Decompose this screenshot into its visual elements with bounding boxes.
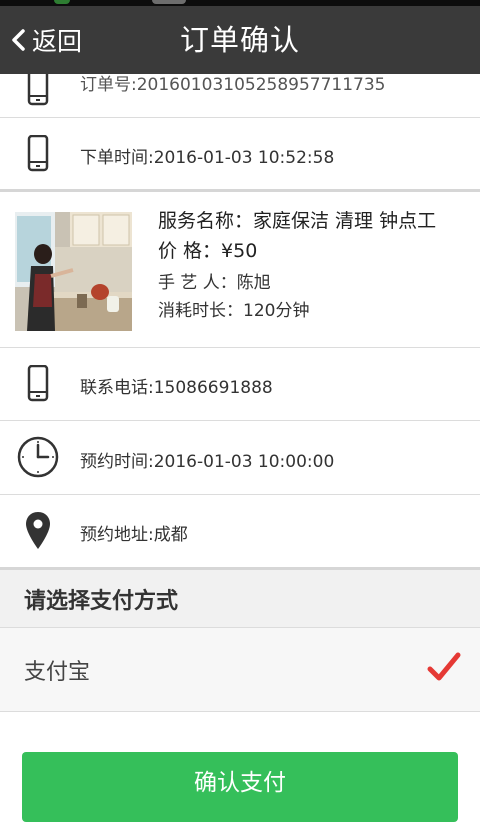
service-photo: [15, 212, 132, 331]
clock-icon: [16, 435, 60, 479]
status-indicator: [54, 0, 70, 4]
payment-section-title: 请选择支付方式: [24, 589, 179, 614]
service-duration: 消耗时长：120分钟: [158, 301, 310, 321]
page-title: 订单确认: [179, 23, 300, 57]
service-price: 价 格：¥50: [158, 240, 258, 262]
order-time-row: 下单时间:2016-01-03 10:52:58: [0, 118, 480, 192]
navbar: 返回 订单确认: [0, 6, 480, 74]
status-indicator: [152, 0, 186, 4]
service-card[interactable]: 服务名称：家庭保洁 清理 钟点工 价 格：¥50 手 艺 人：陈旭 消耗时长：1…: [0, 192, 480, 348]
appointment-address: 预约地址:成都: [80, 525, 188, 545]
address-row: 预约地址:成都: [0, 495, 480, 570]
contact-phone-row: 联系电话:15086691888: [0, 348, 480, 421]
service-worker: 手 艺 人：陈旭: [158, 273, 271, 293]
checkmark-icon: [426, 650, 462, 686]
appointment-time-row: 预约时间:2016-01-03 10:00:00: [0, 421, 480, 495]
phone-icon: [16, 132, 60, 176]
payment-option-alipay[interactable]: 支付宝: [0, 628, 480, 712]
order-time: 下单时间:2016-01-03 10:52:58: [80, 148, 335, 168]
payment-section-header: 请选择支付方式: [0, 570, 480, 628]
confirm-pay-button[interactable]: 确认支付: [22, 752, 458, 822]
service-name: 服务名称：家庭保洁 清理 钟点工: [158, 210, 437, 232]
payment-option-label: 支付宝: [24, 660, 91, 685]
appointment-time: 预约时间:2016-01-03 10:00:00: [80, 452, 335, 472]
location-pin-icon: [16, 509, 60, 553]
phone-icon: [16, 362, 60, 406]
contact-phone: 联系电话:15086691888: [80, 378, 273, 398]
order-info-row: 订单号:20160103105258957711735: [0, 69, 480, 118]
